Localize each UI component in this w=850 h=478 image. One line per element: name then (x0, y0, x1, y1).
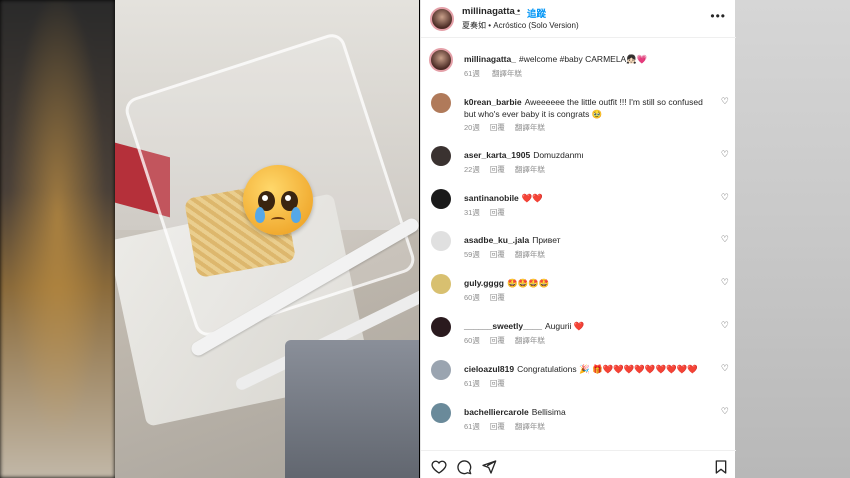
author-username[interactable]: millinagatta_ (462, 6, 520, 17)
comment-reply-link[interactable]: 回覆 (490, 336, 505, 345)
comment-meta: 20週 回覆 翻譯年糕 (464, 122, 555, 133)
comment-meta: 31週 回覆 (464, 207, 525, 218)
emoji-right-tear (291, 207, 301, 223)
commenter-avatar[interactable] (431, 403, 451, 423)
post-photo[interactable] (115, 0, 419, 478)
comment-reply-link[interactable]: 回覆 (490, 422, 505, 431)
post-side-panel: millinagatta_ • 追蹤 夏奏如 • Acróstico (Solo… (420, 0, 736, 478)
comment-reply-link[interactable]: 回覆 (490, 293, 505, 302)
caption-author-avatar[interactable] (429, 48, 453, 72)
comment-text: Congratulations 🎉 🎁❤️❤️❤️❤️❤️❤️❤️❤️❤️ (517, 364, 698, 374)
comment-time: 60週 (464, 293, 480, 302)
caption-meta: 61週 翻譯年糕 (464, 68, 532, 79)
comment-username[interactable]: k0rean_barbie (464, 97, 522, 107)
comment-text: Bellisima (531, 407, 566, 417)
comment-body: santinanobile ❤️❤️ (464, 192, 709, 204)
comment-username[interactable]: aser_karta_1905 (464, 150, 530, 160)
author-avatar[interactable] (430, 7, 454, 31)
comment-username[interactable]: santinanobile (464, 193, 519, 203)
caption-time: 61週 (464, 69, 480, 78)
comment-text: Привет (532, 235, 561, 245)
emoji-left-tear (255, 207, 265, 223)
comment-username[interactable]: ______sweetly____ (464, 321, 542, 331)
comment-translate-link[interactable]: 翻譯年糕 (515, 422, 545, 431)
comment-body: aser_karta_1905 Domuzdanmı (464, 149, 709, 161)
comments-list[interactable]: millinagatta_ #welcome #baby CARMELA👧🏻💗 6… (421, 38, 736, 450)
caption-text: #welcome #baby CARMELA👧🏻💗 (518, 54, 648, 64)
comment-reply-link[interactable]: 回覆 (490, 379, 505, 388)
post-actions-bar (421, 450, 736, 478)
comment-text: ❤️❤️ (521, 193, 543, 203)
header-separator: • (517, 6, 521, 16)
pleading-face-emoji-icon (243, 165, 313, 235)
commenter-avatar[interactable] (431, 93, 451, 113)
comment-body: bachelliercarole Bellisima (464, 406, 709, 418)
comment-username[interactable]: bachelliercarole (464, 407, 529, 417)
comment-time: 31週 (464, 208, 480, 217)
comment-meta: 22週 回覆 翻譯年糕 (464, 164, 555, 175)
comment-translate-link[interactable]: 翻譯年糕 (515, 165, 545, 174)
more-options-icon[interactable]: ••• (710, 9, 726, 23)
background-blur-left (0, 0, 115, 478)
comment-like-heart-icon[interactable]: ♡ (721, 149, 729, 160)
comment-like-heart-icon[interactable]: ♡ (721, 192, 729, 203)
comment-body: guly.gggg 🤩🤩🤩🤩 (464, 277, 709, 289)
follow-button[interactable]: 追蹤 (527, 6, 546, 20)
audio-track-label[interactable]: 夏奏如 • Acróstico (Solo Version) (462, 20, 579, 31)
comment-body: cieloazul819 Congratulations 🎉 🎁❤️❤️❤️❤️❤… (464, 363, 709, 375)
comment-body: k0rean_barbie Aweeeeee the little outfit … (464, 96, 709, 120)
comment-reply-link[interactable]: 回覆 (490, 208, 505, 217)
comment-reply-link[interactable]: 回覆 (490, 123, 505, 132)
comment-translate-link[interactable]: 翻譯年糕 (515, 250, 545, 259)
comment-time: 20週 (464, 123, 480, 132)
comment-body: ______sweetly____ Augurii ❤️ (464, 320, 709, 332)
comment-username[interactable]: cieloazul819 (464, 364, 514, 374)
comment-username[interactable]: asadbe_ku_.jala (464, 235, 529, 245)
comment-time: 22週 (464, 165, 480, 174)
comment-like-heart-icon[interactable]: ♡ (721, 320, 729, 331)
photo-cart (285, 340, 419, 478)
comment-translate-link[interactable]: 翻譯年糕 (515, 336, 545, 345)
comment-like-heart-icon[interactable]: ♡ (721, 363, 729, 374)
comment-like-heart-icon[interactable]: ♡ (721, 234, 729, 245)
comment-body: asadbe_ku_.jala Привет (464, 234, 709, 246)
commenter-avatar[interactable] (431, 274, 451, 294)
comment-text: Augurii ❤️ (545, 321, 585, 331)
comment-icon[interactable] (456, 459, 472, 475)
commenter-avatar[interactable] (431, 360, 451, 380)
send-icon[interactable] (481, 459, 497, 475)
comment-text: Domuzdanmı (533, 150, 584, 160)
post-header: millinagatta_ • 追蹤 夏奏如 • Acróstico (Solo… (421, 0, 736, 36)
commenter-avatar[interactable] (431, 317, 451, 337)
comment-time: 61週 (464, 422, 480, 431)
comment-time: 59週 (464, 250, 480, 259)
caption-username[interactable]: millinagatta_ (464, 54, 516, 64)
comment-translate-link[interactable]: 翻譯年糕 (515, 123, 545, 132)
comment-like-heart-icon[interactable]: ♡ (721, 406, 729, 417)
comment-text: 🤩🤩🤩🤩 (506, 278, 550, 288)
caption-body: millinagatta_ #welcome #baby CARMELA👧🏻💗 (464, 53, 709, 65)
comment-like-heart-icon[interactable]: ♡ (721, 96, 729, 107)
comment-reply-link[interactable]: 回覆 (490, 250, 505, 259)
comment-time: 60週 (464, 336, 480, 345)
comment-like-heart-icon[interactable]: ♡ (721, 277, 729, 288)
comment-meta: 61週 回覆 (464, 378, 525, 389)
heart-outline-icon[interactable] (431, 459, 447, 475)
caption-translate-link[interactable]: 翻譯年糕 (492, 69, 522, 78)
comment-meta: 60週 回覆 (464, 292, 525, 303)
comment-username[interactable]: guly.gggg (464, 278, 504, 288)
emoji-mouth (271, 217, 285, 223)
comment-reply-link[interactable]: 回覆 (490, 165, 505, 174)
comment-meta: 59週 回覆 翻譯年糕 (464, 249, 555, 260)
commenter-avatar[interactable] (431, 146, 451, 166)
comment-meta: 61週 回覆 翻譯年糕 (464, 421, 555, 432)
commenter-avatar[interactable] (431, 231, 451, 251)
commenter-avatar[interactable] (431, 189, 451, 209)
comment-time: 61週 (464, 379, 480, 388)
bookmark-icon[interactable] (713, 459, 729, 475)
background-blur-right (735, 0, 850, 478)
comment-meta: 60週 回覆 翻譯年糕 (464, 335, 555, 346)
